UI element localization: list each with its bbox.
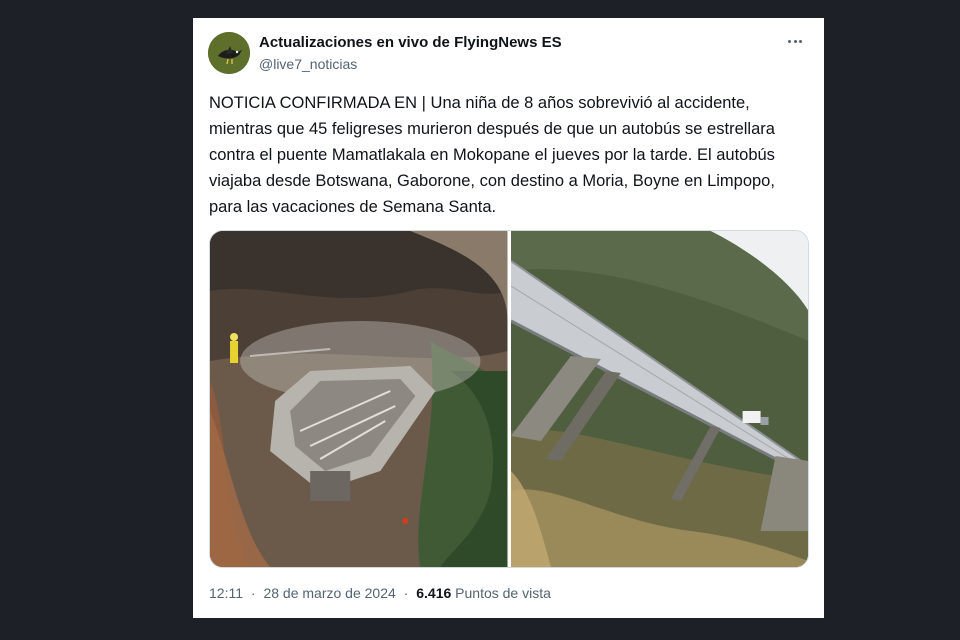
tweet-date[interactable]: 28 de marzo de 2024 [263,585,395,601]
author-handle[interactable]: @live7_noticias [259,56,357,72]
tweet-media[interactable] [209,230,809,568]
bus-wreck-image [210,231,508,567]
tweet-text: NOTICIA CONFIRMADA EN | Una niña de 8 añ… [209,94,775,216]
more-dots-icon[interactable] [784,32,806,50]
tweet-time[interactable]: 12:11 [209,585,243,601]
photo-bridge[interactable] [510,231,808,567]
avatar[interactable] [208,32,250,74]
author-name[interactable]: Actualizaciones en vivo de FlyingNews ES [259,34,562,51]
meta-separator-2: · [403,585,409,601]
bird-avatar-icon [208,32,250,74]
bridge-image [510,231,808,567]
views-count: 6.416 [416,585,452,601]
meta-separator: · [250,585,256,601]
views-label: Puntos de vista [455,585,551,601]
tweet-meta: 12:11 · 28 de marzo de 2024 · 6.416 Punt… [209,585,551,601]
tweet-card: Actualizaciones en vivo de FlyingNews ES… [193,18,824,618]
photo-bus-wreck[interactable] [210,231,508,567]
